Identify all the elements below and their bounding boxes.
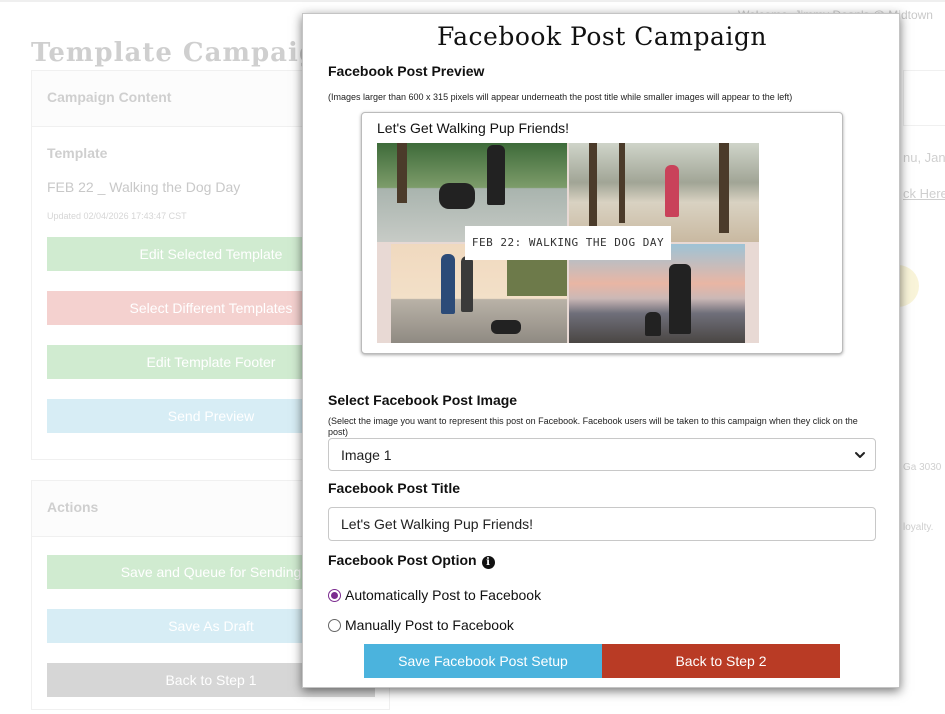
chevron-down-icon [855,452,865,458]
post-title-input[interactable] [328,507,876,541]
manual-post-option[interactable]: Manually Post to Facebook [328,617,514,633]
back-to-step-2-button[interactable]: Back to Step 2 [602,644,840,678]
post-option-heading: Facebook Post Option [328,552,477,568]
auto-post-option[interactable]: Automatically Post to Facebook [328,587,541,603]
preview-note: (Images larger than 600 x 315 pixels wil… [328,92,793,102]
right-address-fragment: Ga 3030 [903,462,942,473]
right-panel-header [903,70,945,126]
auto-post-radio[interactable] [328,588,341,602]
post-option-heading-row: Facebook Post Option i [328,552,495,569]
right-date-fragment: nu, Jan [903,150,945,165]
preview-post-title: Let's Get Walking Pup Friends! [377,120,570,136]
facebook-post-preview-card: Let's Get Walking Pup Friends! FEB 22: W… [361,112,843,354]
image-select-heading: Select Facebook Post Image [328,392,518,408]
manual-post-radio[interactable] [328,618,341,632]
manual-post-label[interactable]: Manually Post to Facebook [345,617,514,633]
image-select-note: (Select the image you want to represent … [328,416,858,437]
auto-post-label[interactable]: Automatically Post to Facebook [345,587,541,603]
modal-title: Facebook Post Campaign [437,22,767,51]
info-icon[interactable]: i [481,556,495,569]
right-email-fragment: loyalty. [903,522,934,533]
preview-image: FEB 22: WALKING THE DOG DAY [377,143,759,343]
preview-image-banner: FEB 22: WALKING THE DOG DAY [465,226,671,260]
save-facebook-post-setup-button[interactable]: Save Facebook Post Setup [364,644,602,678]
right-click-here-fragment[interactable]: ck Here [903,186,945,201]
post-image-select[interactable]: Image 1 [328,438,876,471]
post-title-heading: Facebook Post Title [328,480,460,496]
post-image-select-value: Image 1 [341,447,392,463]
top-divider [0,0,945,2]
preview-heading: Facebook Post Preview [328,63,485,79]
facebook-post-modal: Facebook Post Campaign Facebook Post Pre… [302,13,900,688]
